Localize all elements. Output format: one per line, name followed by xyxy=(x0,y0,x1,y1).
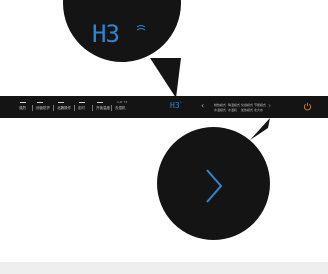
panel-button-label: 开锁温度 xyxy=(96,106,110,110)
mode-label[interactable]: 降温模式 xyxy=(228,103,240,107)
mode-label[interactable]: 水温机 xyxy=(228,108,237,112)
panel-button-label: 强烈 xyxy=(19,106,26,110)
panel-button-label: 定时 xyxy=(78,106,85,110)
display-value: H3 xyxy=(170,101,180,110)
temperature-display: H3° xyxy=(170,101,182,110)
zoomed-display-value: H3 xyxy=(92,20,120,48)
power-icon[interactable] xyxy=(303,102,312,111)
swing-icon xyxy=(136,25,146,31)
panel-button-label: 北魏操作 xyxy=(57,106,71,110)
mode-label[interactable]: 加热模式 xyxy=(241,108,253,112)
mode-label[interactable]: 水温模式 xyxy=(214,108,226,112)
divider xyxy=(111,105,112,111)
divider xyxy=(32,105,33,111)
display-superscript: ° xyxy=(179,101,183,106)
control-panel: 强烈 闭锁防护 北魏操作 定时 开锁温度 去湿机 1-8 ↑3 H3° ‹ 制热… xyxy=(0,96,328,118)
chevron-left-icon[interactable]: ‹ xyxy=(201,101,204,110)
divider xyxy=(92,105,93,111)
panel-button-label: 去湿机 xyxy=(115,106,126,110)
bottom-strip xyxy=(0,262,328,274)
divider xyxy=(74,105,75,111)
mode-label[interactable]: 制热模式 xyxy=(214,103,226,107)
divider xyxy=(53,105,54,111)
mode-label[interactable]: 节能模式 xyxy=(254,103,266,107)
panel-button-label: 闭锁防护 xyxy=(36,106,50,110)
mode-label[interactable]: 北大水 xyxy=(254,108,263,112)
chevron-right-large-icon xyxy=(206,169,223,203)
chevron-right-icon[interactable]: › xyxy=(268,101,271,110)
mode-label[interactable]: 化霜模式 xyxy=(241,103,253,107)
indicator-numbers: 1-8 ↑3 xyxy=(117,100,128,104)
